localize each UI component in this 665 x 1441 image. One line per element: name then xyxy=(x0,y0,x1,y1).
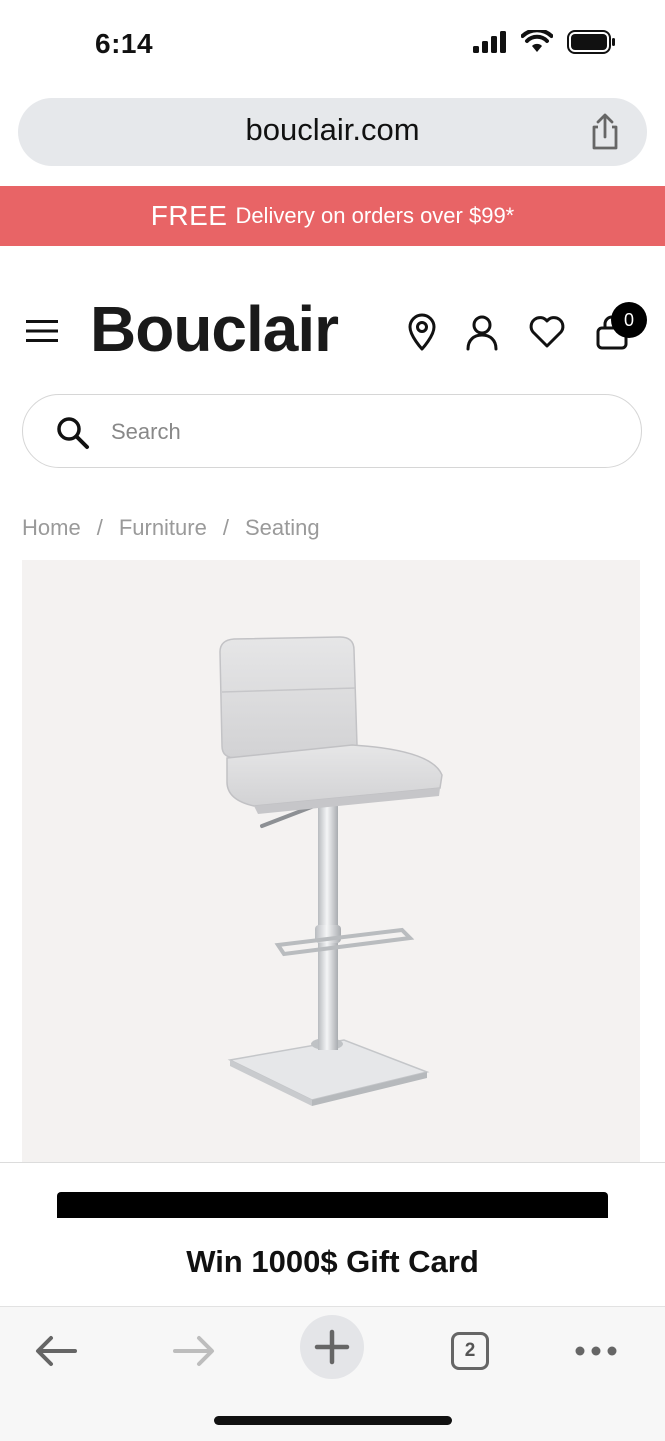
wifi-icon xyxy=(521,30,553,52)
share-button[interactable] xyxy=(585,112,625,152)
tabs-button[interactable]: 2 xyxy=(446,1321,494,1381)
arrow-right-icon xyxy=(173,1336,214,1366)
more-button[interactable] xyxy=(572,1321,620,1381)
share-icon xyxy=(592,113,618,150)
plus-icon xyxy=(314,1329,350,1365)
hamburger-icon xyxy=(26,320,58,342)
url-text[interactable]: bouclair.com xyxy=(18,112,647,148)
cart-count-badge[interactable]: 0 xyxy=(611,302,647,338)
location-pin-icon xyxy=(408,313,436,351)
search-input[interactable] xyxy=(109,413,613,451)
search-icon[interactable] xyxy=(55,415,91,451)
menu-button[interactable] xyxy=(24,317,60,345)
status-time: 6:14 xyxy=(95,28,154,59)
site-logo[interactable]: Bouclair xyxy=(90,292,339,366)
arrow-left-icon xyxy=(36,1336,77,1366)
promo-banner[interactable]: FREE Delivery on orders over $99* xyxy=(0,186,665,246)
promo-free: FREE xyxy=(150,200,228,231)
battery-icon xyxy=(567,30,615,54)
back-button[interactable] xyxy=(30,1321,82,1381)
breadcrumb-furniture[interactable]: Furniture xyxy=(119,515,207,541)
breadcrumb: Home / Furniture / Seating xyxy=(22,515,320,541)
store-locator-button[interactable] xyxy=(402,312,442,352)
status-bar: 6:14 xyxy=(0,0,665,90)
tabs-icon: 2 xyxy=(451,1332,489,1370)
more-icon xyxy=(575,1346,617,1356)
heart-icon xyxy=(529,316,565,348)
search-bar[interactable] xyxy=(22,394,642,468)
breadcrumb-separator: / xyxy=(222,515,229,540)
status-icons xyxy=(473,30,615,54)
url-bar[interactable]: bouclair.com xyxy=(18,98,647,166)
wishlist-button[interactable] xyxy=(527,312,567,352)
forward-button[interactable] xyxy=(168,1321,220,1381)
user-icon xyxy=(466,315,498,351)
gift-card-promo[interactable]: Win 1000$ Gift Card xyxy=(36,1218,629,1306)
signal-icon xyxy=(473,31,506,53)
account-button[interactable] xyxy=(462,312,502,352)
promo-text: Delivery on orders over $99* xyxy=(235,203,515,228)
breadcrumb-home[interactable]: Home xyxy=(22,515,81,541)
new-tab-button[interactable] xyxy=(300,1315,364,1379)
breadcrumb-seating[interactable]: Seating xyxy=(245,515,320,541)
tabs-count: 2 xyxy=(464,1340,476,1361)
divider xyxy=(0,1162,665,1163)
bar-stool-image xyxy=(219,636,443,1106)
product-image[interactable] xyxy=(22,560,640,1162)
home-indicator xyxy=(214,1416,452,1425)
site-header: Bouclair xyxy=(0,280,665,380)
breadcrumb-separator: / xyxy=(96,515,103,540)
